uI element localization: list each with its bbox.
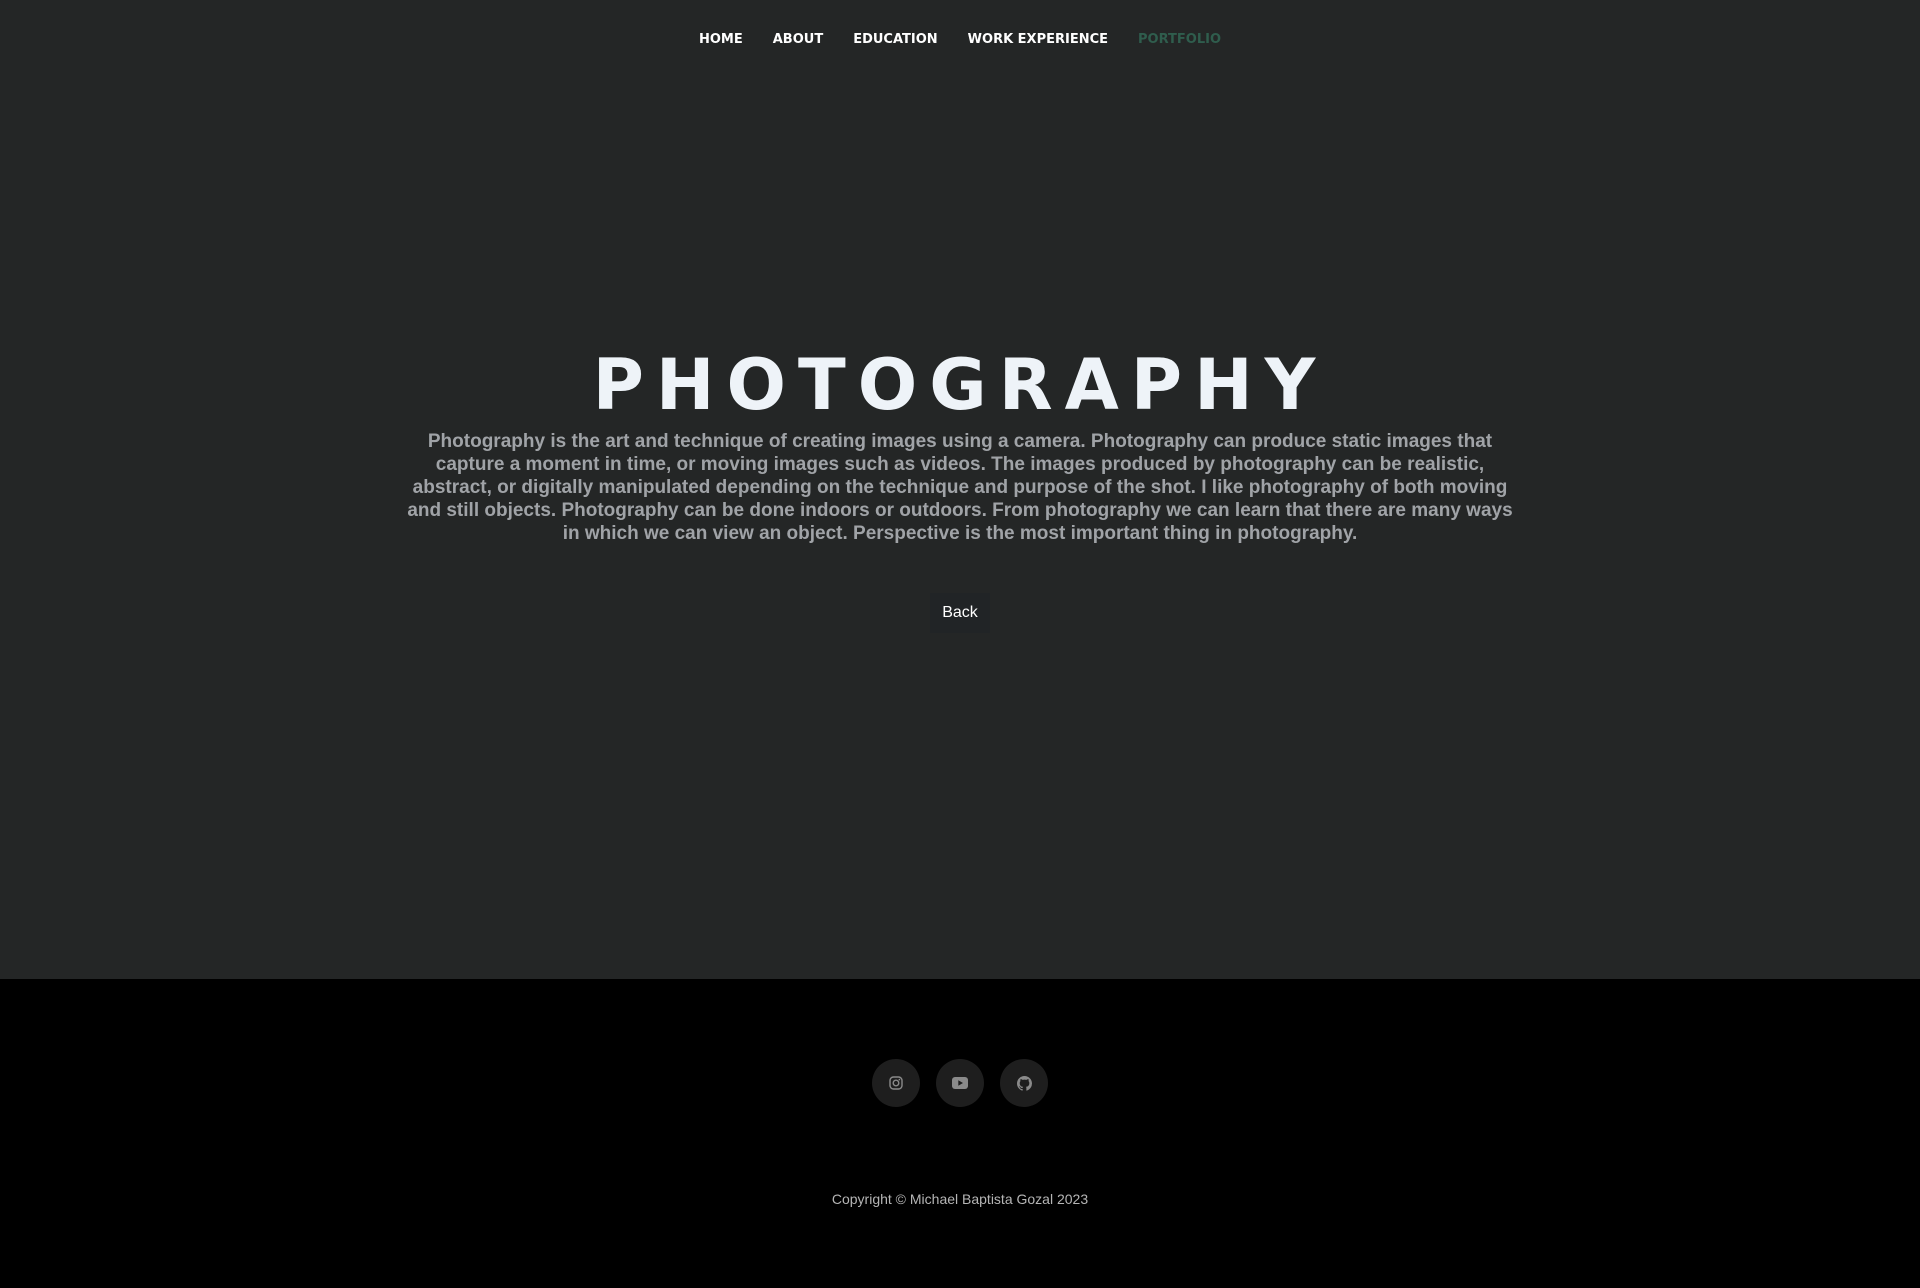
- page: HOME ABOUT EDUCATION WORK EXPERIENCE POR…: [0, 0, 1920, 1288]
- nav-item-portfolio[interactable]: PORTFOLIO: [1138, 26, 1221, 54]
- top-nav: HOME ABOUT EDUCATION WORK EXPERIENCE POR…: [0, 26, 1920, 54]
- instagram-icon: [889, 1076, 903, 1090]
- page-description: Photography is the art and technique of …: [407, 431, 1513, 544]
- social-links: [0, 1059, 1920, 1107]
- footer: Copyright © Michael Baptista Gozal 2023: [0, 979, 1920, 1288]
- copyright-text: Copyright © Michael Baptista Gozal 2023: [831, 1191, 1089, 1207]
- nav-item-education[interactable]: EDUCATION: [853, 26, 937, 54]
- instagram-link[interactable]: [872, 1059, 920, 1107]
- github-link[interactable]: [1000, 1059, 1048, 1107]
- nav-item-work-experience[interactable]: WORK EXPERIENCE: [968, 26, 1108, 54]
- youtube-link[interactable]: [936, 1059, 984, 1107]
- nav-item-about[interactable]: ABOUT: [773, 26, 823, 54]
- main-section: HOME ABOUT EDUCATION WORK EXPERIENCE POR…: [0, 0, 1920, 979]
- back-button[interactable]: Back: [930, 593, 990, 633]
- github-icon: [1016, 1075, 1032, 1091]
- nav-item-home[interactable]: HOME: [699, 26, 743, 54]
- page-title: PHOTOGRAPHY: [592, 344, 1328, 426]
- youtube-icon: [952, 1077, 968, 1089]
